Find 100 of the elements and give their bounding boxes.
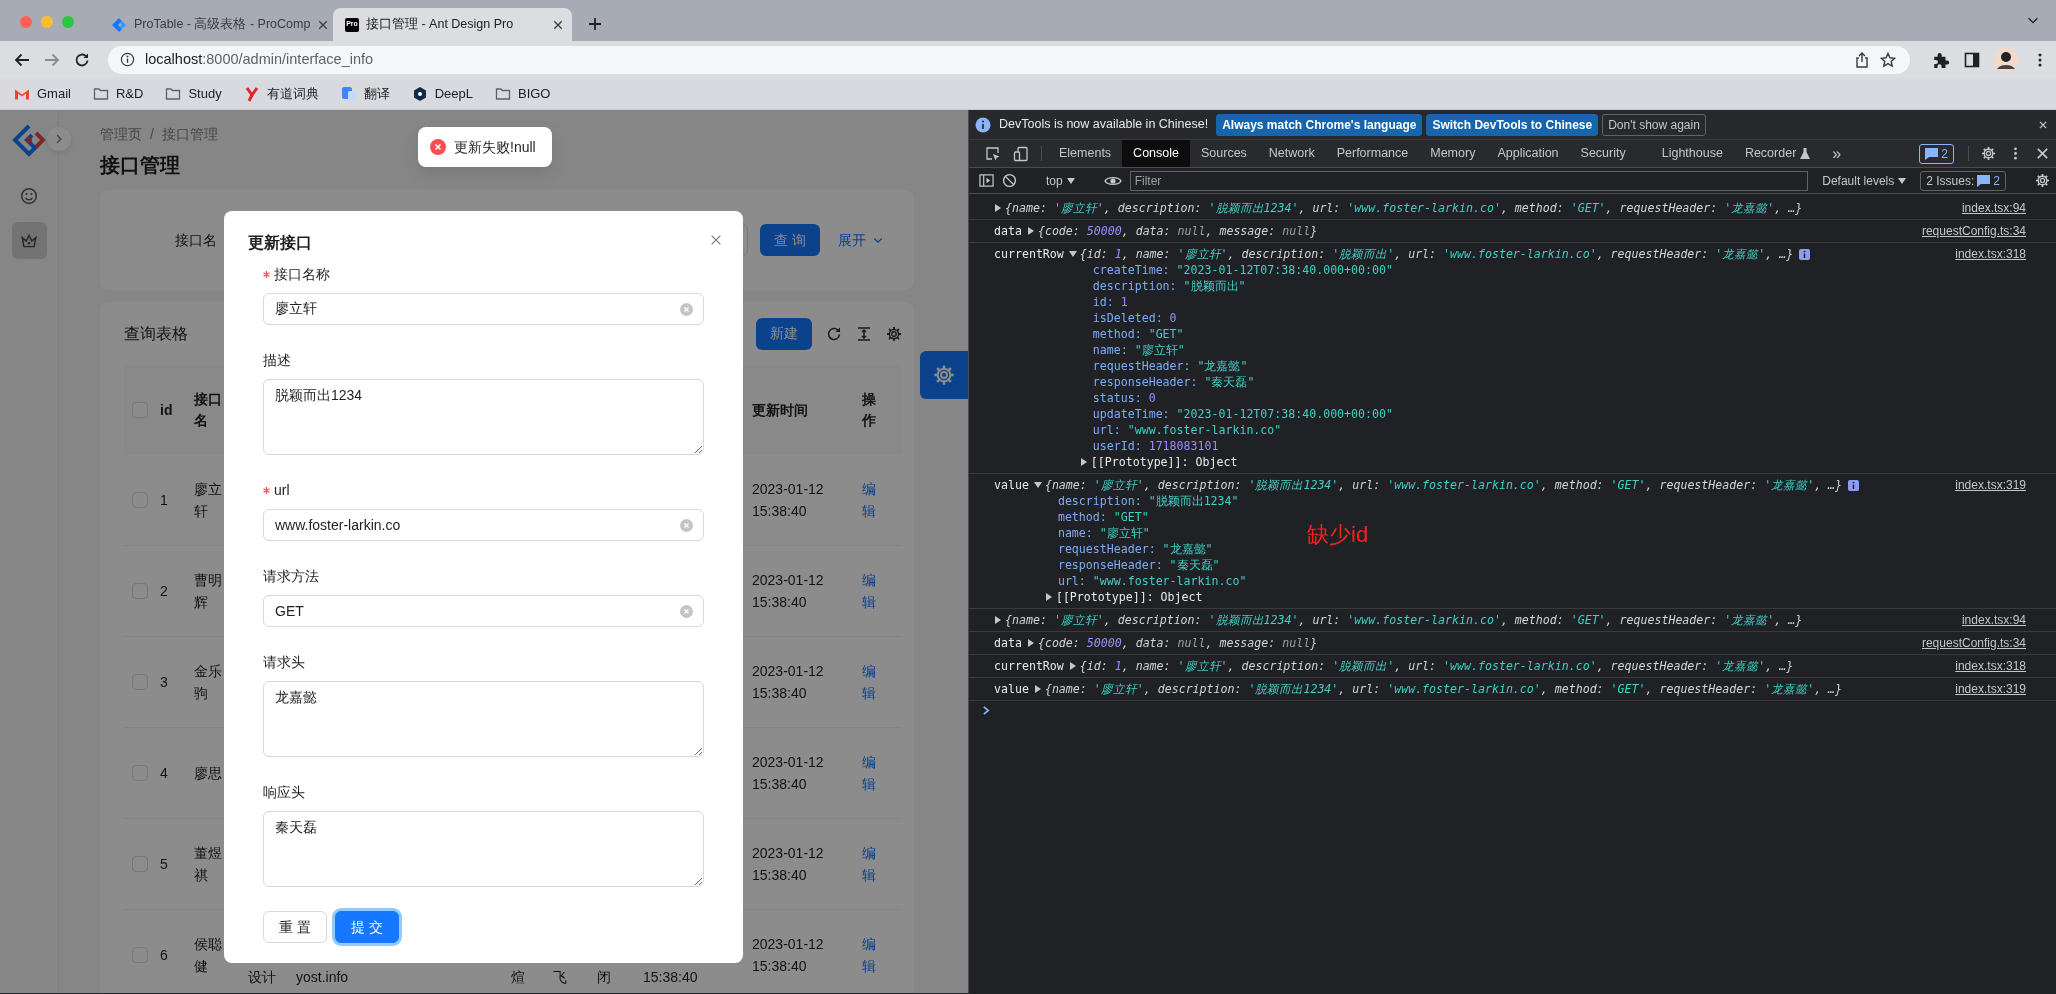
reset-button[interactable]: 重 置 [263,911,327,943]
input-field[interactable]: www.foster-larkin.co [263,509,704,541]
reload-icon[interactable] [826,325,842,342]
bookmark[interactable]: R&D [92,83,144,104]
star-icon[interactable] [1880,51,1896,68]
devtools-tab[interactable]: Elements [1048,140,1123,167]
devtools-tab[interactable]: Network [1257,140,1326,167]
property-line: status: 0 [1091,390,1156,406]
info-icon[interactable] [120,52,135,67]
device-icon[interactable] [1013,145,1029,162]
property-line: userId: 1718083101 [1091,438,1219,454]
infobar-button[interactable]: Don't show again [1602,113,1706,136]
bookmark[interactable]: Gmail [14,83,71,104]
table-cell-text: 侯聪健 [194,935,222,976]
sidebar-item[interactable] [11,222,47,259]
devtools-tab[interactable]: Application [1486,140,1570,167]
devtools-tab[interactable]: Memory [1419,140,1487,167]
source-link[interactable]: requestConfig.ts:34 [1921,635,2026,651]
more-tabs-button[interactable]: » [1821,140,1853,167]
issues-button[interactable]: 2 Issues: 2 [1920,170,2006,191]
side-panel-icon[interactable] [1964,51,1980,68]
context-dropdown[interactable]: top [1046,171,1075,190]
close-icon[interactable] [317,18,330,31]
devtools-tab[interactable]: Lighthouse [1650,140,1734,167]
source-link[interactable]: index.tsx:318 [1955,658,2026,674]
levels-dropdown[interactable]: Default levels [1822,171,1907,190]
clear-icon[interactable] [1002,173,1017,188]
log-preview: {name: '廖立轩', description: '脱颖而出1234', url: 'www.foster-larkin.co', method: 'GET', requestHeader: '龙嘉懿', …} [1005,200,1803,216]
devtools-tab[interactable]: Sources [1190,140,1258,167]
back-icon[interactable] [14,51,30,68]
browser-tab[interactable]: ProTable - 高级表格 - ProComp [99,8,328,41]
new-tab-button[interactable] [587,16,603,32]
disclosure-triangle-icon[interactable] [1026,227,1035,235]
table-cell-text: 2023-01-12 15:38:40 [752,662,825,703]
log-preview: {code: 50000, data: null, message: null} [1037,223,1318,239]
text-area[interactable]: 脱颖而出1234 [263,379,704,455]
caret-icon [1898,177,1907,184]
devtools-tab[interactable]: Security [1569,140,1637,167]
inspect-icon[interactable] [985,145,1001,162]
text-area[interactable]: 秦天磊 [263,811,704,887]
text-area[interactable]: 龙嘉懿 [263,681,704,757]
close-icon[interactable] [2035,146,2050,161]
table-cell-text: 廖立轩 [194,480,222,521]
table-cell-text: 飞 [553,968,567,987]
property-line: method: "GET" [1056,509,1149,525]
puzzle-icon[interactable] [1932,50,1950,69]
table-cell-text: 金乐驹 [194,662,222,703]
input-field[interactable]: 廖立轩 [263,293,704,325]
source-link[interactable]: index.tsx:319 [1955,477,2026,605]
bookmark[interactable]: BIGO [494,83,551,104]
address-bar[interactable]: localhost:8000/admin/interface_info [108,45,1910,74]
disclosure-triangle-icon[interactable] [1068,250,1077,258]
disclosure-triangle-icon[interactable] [1033,481,1042,489]
source-link[interactable]: index.tsx:94 [1961,612,2026,628]
infobar-button[interactable]: Switch DevTools to Chinese [1426,113,1599,136]
devtools-tab[interactable]: Performance [1325,140,1420,167]
property-line: id: 1 [1091,294,1128,310]
bookmark[interactable]: DeepL [411,83,473,104]
logo[interactable] [12,123,46,157]
filter-field[interactable]: Filter [1129,170,1809,191]
sidebar-toggle-icon[interactable] [979,173,994,188]
submit-button[interactable]: 提 交 [334,911,399,943]
source-link[interactable]: index.tsx:318 [1955,246,2026,470]
source-link[interactable]: index.tsx:319 [1955,681,2026,697]
infobar-button[interactable]: Always match Chrome's language [1216,113,1423,136]
disclosure-triangle-icon[interactable] [1068,662,1077,670]
table-cell-text: 董煜祺 [194,844,222,885]
messages-button[interactable]: 2 [1919,144,1954,164]
close-icon[interactable] [2038,119,2048,130]
disclosure-triangle-icon[interactable] [1033,685,1042,693]
disclosure-triangle-icon[interactable] [994,204,1002,212]
table-cell-text: 2023-01-12 15:38:40 [752,935,825,976]
logo-icon [243,85,260,102]
disclosure-triangle-icon[interactable] [1026,639,1035,647]
source-link[interactable]: index.tsx:94 [1961,200,2026,216]
share-icon[interactable] [1854,51,1870,68]
devtools-tab[interactable]: Console [1122,140,1190,167]
bookmark[interactable]: 有道词典 [243,83,319,104]
settings-button[interactable] [920,351,968,399]
disclosure-triangle-icon[interactable] [1044,593,1053,601]
folder-icon [92,85,109,102]
disclosure-triangle-icon[interactable] [994,616,1002,624]
table-cell-text: 2023-01-12 15:38:40 [752,571,825,612]
disclosure-triangle-icon[interactable] [1079,458,1088,466]
log-label: currentRow [994,658,1064,674]
bookmark[interactable]: 翻译 [340,83,390,104]
prompt-icon[interactable] [982,706,991,715]
logo-icon [411,85,428,102]
avatar[interactable] [1994,47,2018,72]
column-height-icon[interactable] [856,325,872,342]
column-header: id [160,400,173,420]
source-link[interactable]: requestConfig.ts:34 [1921,223,2026,239]
bookmark[interactable]: Study [165,83,222,104]
translate-icon [340,85,357,102]
settings-icon[interactable] [886,325,902,342]
close-icon[interactable] [552,18,564,31]
folder-icon [494,85,511,102]
devtools-tab[interactable]: Recorder [1733,140,1822,167]
reload-icon[interactable] [74,51,90,68]
input-field[interactable]: GET [263,595,704,627]
